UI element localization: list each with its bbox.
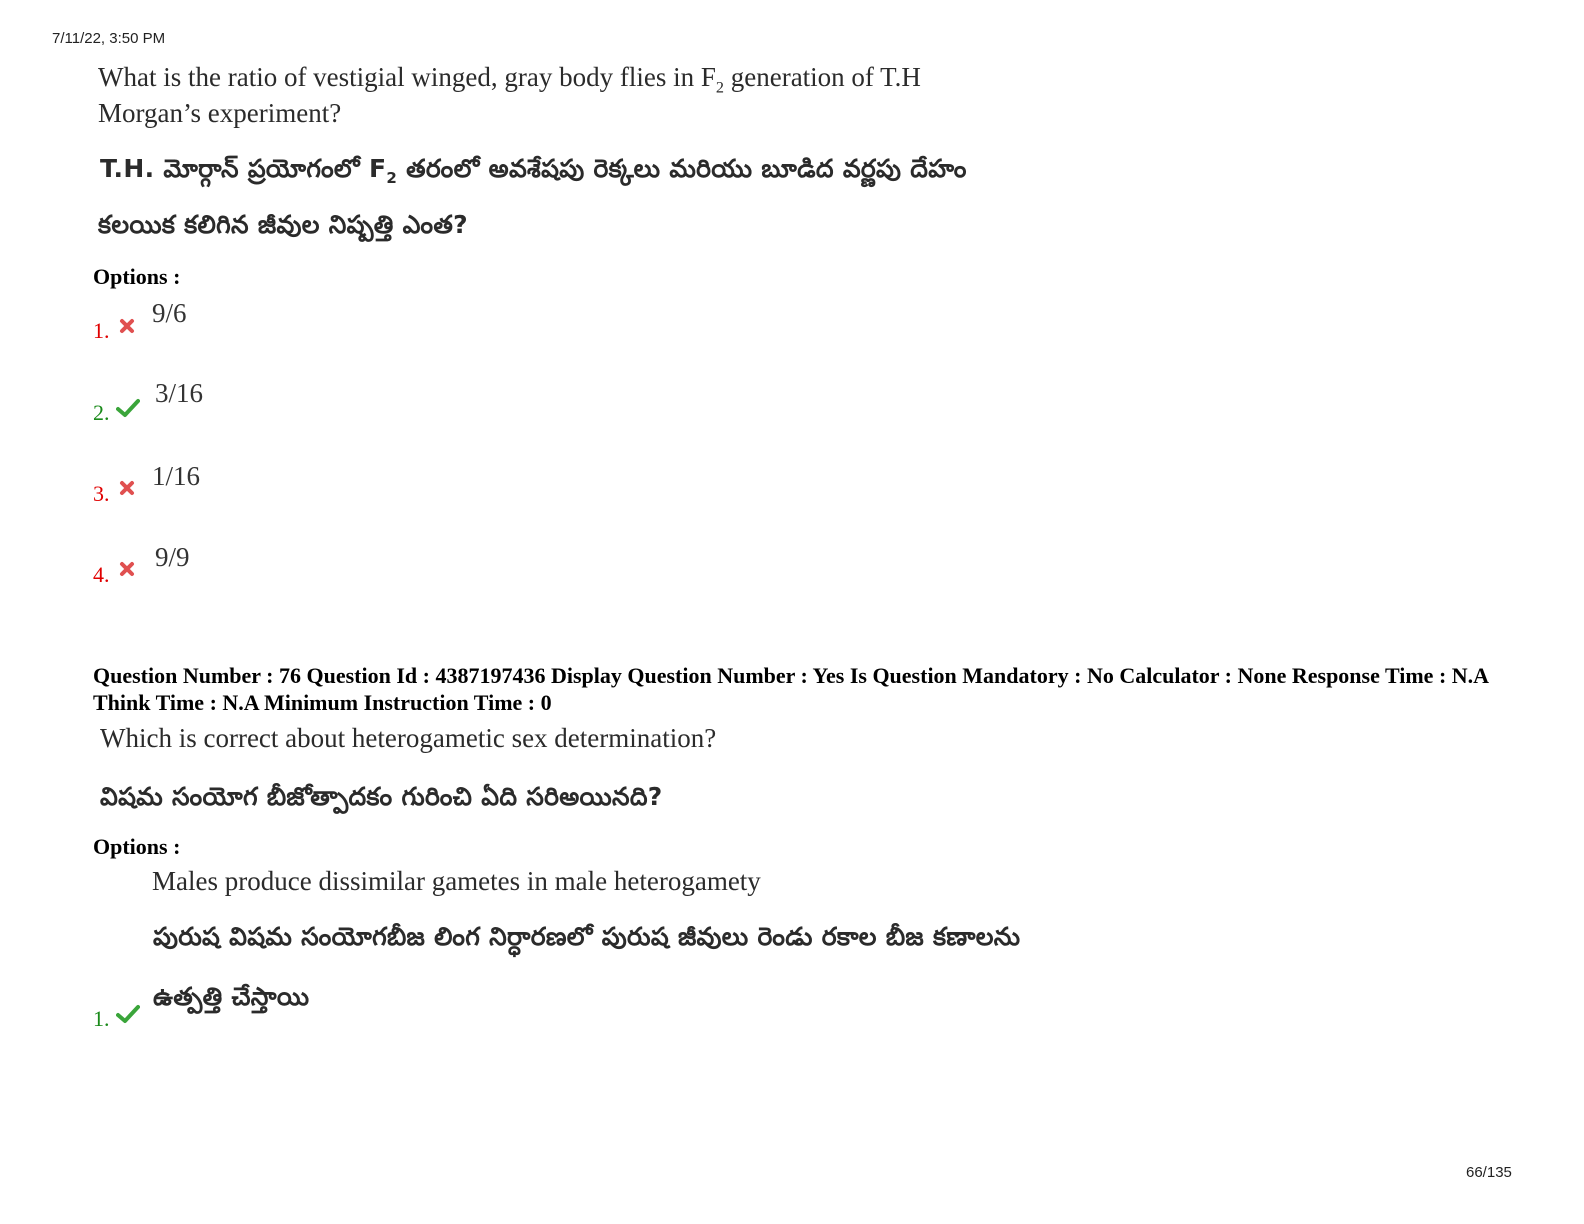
- option-text-telugu-line1: పురుష విషమ సంయోగబీజ లింగ నిర్ధారణలో పురు…: [153, 922, 1021, 951]
- option-text-telugu-line2: ఉత్పత్తి చేస్తాయి: [153, 982, 310, 1011]
- options-heading: Options :: [93, 834, 181, 859]
- option-value: 3/16: [155, 378, 204, 408]
- option-value: 9/6: [152, 298, 187, 328]
- question-text-english-line2: Morgan’s experiment?: [98, 98, 342, 128]
- question-text-telugu: విషమ సంయోగ బీజోత్పాదకం గురించి ఏది సరిఅయ…: [100, 782, 663, 811]
- cross-icon: [120, 562, 134, 576]
- check-icon: [116, 1005, 140, 1023]
- cross-icon: [120, 319, 134, 333]
- option-number: 1.: [93, 1006, 110, 1031]
- print-timestamp: 7/11/22, 3:50 PM: [52, 30, 166, 47]
- page-number: 66/135: [1466, 1164, 1512, 1181]
- question-meta: Question Number : 76 Question Id : 43871…: [93, 663, 1488, 715]
- question-text-telugu-line2: కలయిక కలిగిన జీవుల నిష్పత్తి ఎంత?: [98, 210, 468, 239]
- option-number: 1.: [93, 318, 110, 343]
- option-value: 1/16: [152, 461, 201, 491]
- check-icon: [116, 399, 140, 417]
- option-number: 4.: [93, 562, 110, 587]
- options-heading: Options :: [93, 264, 181, 289]
- question-text-english-line1: What is the ratio of vestigial winged, g…: [98, 62, 921, 97]
- cross-icon: [120, 481, 134, 495]
- option-text-english: Males produce dissimilar gametes in male…: [152, 866, 761, 896]
- question-text-telugu-line1: T.H. మోర్గాన్ ప్రయోగంలో F2 తరంలో అవశేషపు…: [100, 154, 967, 187]
- question-text-english: Which is correct about heterogametic sex…: [100, 723, 717, 753]
- option-number: 2.: [93, 400, 110, 425]
- option-number: 3.: [93, 481, 110, 506]
- option-value: 9/9: [155, 542, 190, 572]
